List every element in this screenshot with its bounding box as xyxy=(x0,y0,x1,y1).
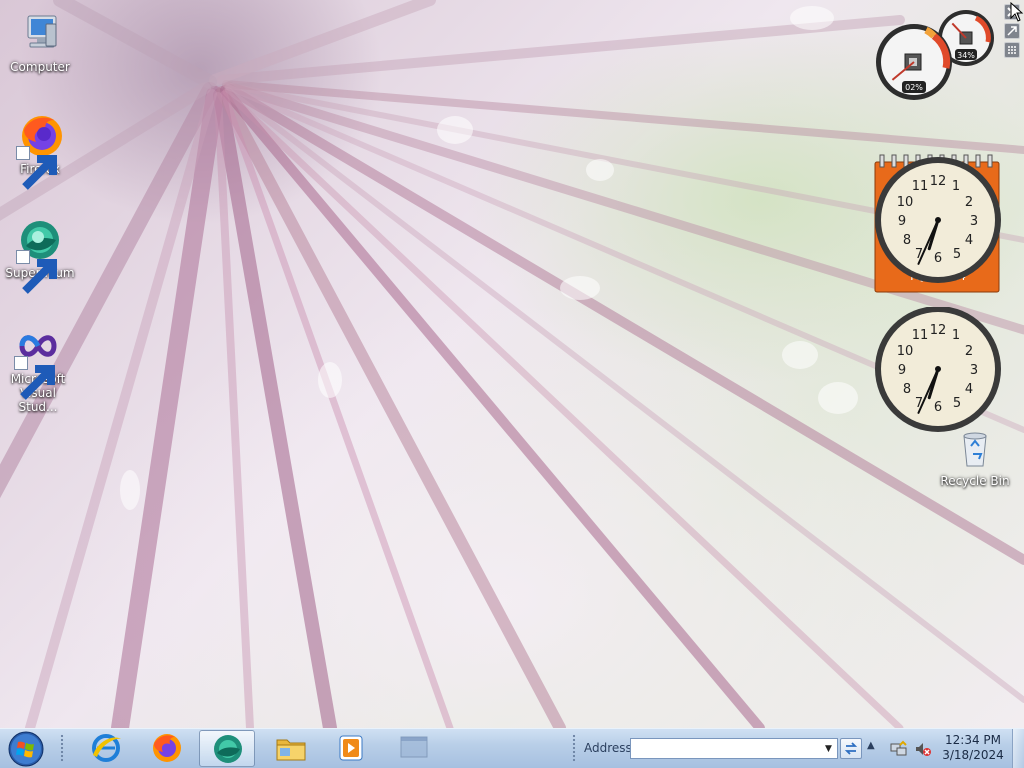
desktop-icon-label: Recycle Bin xyxy=(940,474,1010,488)
svg-text:3: 3 xyxy=(970,363,978,378)
folder-icon xyxy=(276,739,306,761)
svg-text:9: 9 xyxy=(898,214,906,229)
svg-text:5: 5 xyxy=(953,396,961,411)
mouse-cursor-icon xyxy=(1010,2,1024,22)
gadget-resize-icon[interactable] xyxy=(1004,23,1020,39)
desktop-icon-supermium[interactable]: Supermium xyxy=(2,216,78,294)
desktop-icon-label: Computer xyxy=(10,60,70,74)
taskbar-internet-explorer-button[interactable] xyxy=(78,730,134,767)
visual-studio-icon xyxy=(14,322,62,400)
desktop-icon-computer[interactable]: Computer xyxy=(2,10,78,74)
analog-clock-face: 12369 1245 781011 xyxy=(875,157,1001,283)
gadget-drag-handle-icon[interactable] xyxy=(1004,42,1020,58)
show-desktop-button[interactable] xyxy=(1012,729,1024,768)
clock-gadget[interactable]: 12 3 6 9 1245 7 8 10 11 xyxy=(874,307,1002,435)
svg-text:8: 8 xyxy=(903,382,911,397)
svg-text:5: 5 xyxy=(953,247,961,262)
supermium-icon xyxy=(214,735,242,763)
svg-text:2: 2 xyxy=(965,344,973,359)
svg-text:4: 4 xyxy=(965,233,973,248)
shortcut-arrow-icon xyxy=(16,250,57,294)
svg-text:12: 12 xyxy=(930,174,947,189)
svg-text:1: 1 xyxy=(952,179,960,194)
network-icon[interactable] xyxy=(890,740,908,758)
taskbar-media-player-button[interactable] xyxy=(323,730,379,767)
internet-explorer-icon xyxy=(92,734,121,762)
svg-text:9: 9 xyxy=(898,363,906,378)
supermium-icon xyxy=(16,216,64,294)
volume-muted-icon[interactable] xyxy=(914,740,932,758)
firefox-icon xyxy=(153,734,181,762)
clock-time: 12:34 PM xyxy=(945,733,1001,747)
svg-text:3: 3 xyxy=(970,214,978,229)
media-player-icon xyxy=(339,735,363,761)
svg-text:1: 1 xyxy=(952,328,960,343)
taskbar-grip[interactable] xyxy=(572,734,576,762)
address-label: Address xyxy=(584,741,632,755)
cpu-percent-text: 02% xyxy=(905,83,923,92)
clock-date: 3/18/2024 xyxy=(942,748,1004,762)
shortcut-arrow-icon xyxy=(16,146,57,190)
address-input[interactable] xyxy=(630,738,838,759)
desktop-icon-firefox[interactable]: Firefox xyxy=(2,112,78,190)
svg-text:8: 8 xyxy=(903,233,911,248)
taskbar-window-button[interactable] xyxy=(386,730,442,767)
svg-text:11: 11 xyxy=(912,328,929,343)
svg-text:2: 2 xyxy=(965,195,973,210)
svg-text:12: 12 xyxy=(930,323,947,338)
show-hidden-icons-button[interactable]: ▲ xyxy=(867,740,875,751)
address-go-button[interactable] xyxy=(840,738,862,759)
computer-icon xyxy=(16,10,64,58)
svg-text:6: 6 xyxy=(934,251,942,266)
taskbar: Address ▼ ▲ 12:34 PM 3/18/2024 xyxy=(0,728,1024,768)
shortcut-arrow-icon xyxy=(14,356,55,400)
svg-text:4: 4 xyxy=(965,382,973,397)
svg-text:10: 10 xyxy=(897,344,914,359)
svg-text:10: 10 xyxy=(897,195,914,210)
taskbar-grip[interactable] xyxy=(60,734,64,762)
wallpaper-image xyxy=(0,0,1024,728)
calendar-clock-gadget[interactable]: M[?] 2024 12369 1245 781011 xyxy=(874,154,1002,294)
start-button[interactable] xyxy=(4,731,48,767)
svg-text:6: 6 xyxy=(934,400,942,415)
desktop[interactable]: Computer Firefox Supermium Microsoft Vis… xyxy=(0,0,1024,728)
taskbar-supermium-button[interactable] xyxy=(199,730,255,767)
firefox-icon xyxy=(16,112,64,190)
chevron-down-icon[interactable]: ▼ xyxy=(820,739,837,758)
taskbar-clock[interactable]: 12:34 PM 3/18/2024 xyxy=(940,733,1006,763)
desktop-icon-visual-studio[interactable]: Microsoft Visual Stud... xyxy=(0,322,76,414)
taskbar-file-explorer-button[interactable] xyxy=(263,730,319,767)
svg-text:11: 11 xyxy=(912,179,929,194)
memory-percent-text: 34% xyxy=(957,51,975,60)
window-icon xyxy=(400,736,428,758)
cpu-meter-gadget[interactable]: 34% 02% xyxy=(872,8,1002,104)
taskbar-firefox-button[interactable] xyxy=(138,730,194,767)
